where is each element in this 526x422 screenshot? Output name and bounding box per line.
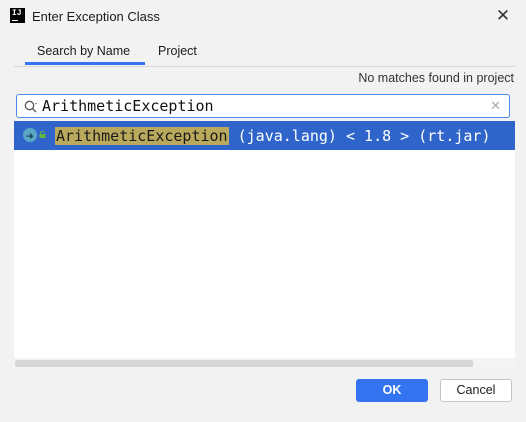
results-list[interactable]: ArithmeticException (java.lang) < 1.8 > …: [14, 121, 515, 368]
exception-class-icon: [23, 128, 37, 142]
result-row-arithmetic-exception[interactable]: ArithmeticException (java.lang) < 1.8 > …: [14, 121, 515, 150]
dialog-title: Enter Exception Class: [32, 9, 160, 24]
search-input[interactable]: [42, 96, 482, 116]
tab-bar: Search by Name Project: [0, 40, 526, 66]
search-field[interactable]: ✕: [16, 94, 510, 118]
tab-project[interactable]: Project: [158, 44, 197, 58]
title-bar[interactable]: IJ Enter Exception Class ✕: [0, 0, 526, 34]
clear-search-icon[interactable]: ✕: [490, 97, 501, 115]
app-logo-text: IJ: [12, 9, 22, 18]
enter-exception-class-dialog: IJ Enter Exception Class ✕ Search by Nam…: [0, 0, 526, 422]
public-lock-icon: [39, 131, 46, 138]
tab-search-by-name[interactable]: Search by Name: [37, 44, 130, 58]
selected-tab-indicator: [25, 62, 145, 65]
result-class-name: ArithmeticException: [55, 127, 229, 145]
result-class-detail: (java.lang) < 1.8 > (rt.jar): [228, 127, 491, 145]
search-icon[interactable]: [23, 99, 39, 115]
tab-divider: [14, 66, 515, 67]
search-status-text: No matches found in project: [358, 71, 514, 85]
ok-button[interactable]: OK: [356, 379, 428, 402]
cancel-button[interactable]: Cancel: [440, 379, 512, 402]
horizontal-scrollbar-thumb[interactable]: [15, 360, 473, 367]
intellij-logo-icon: IJ: [10, 8, 25, 23]
close-icon[interactable]: ✕: [492, 5, 514, 27]
